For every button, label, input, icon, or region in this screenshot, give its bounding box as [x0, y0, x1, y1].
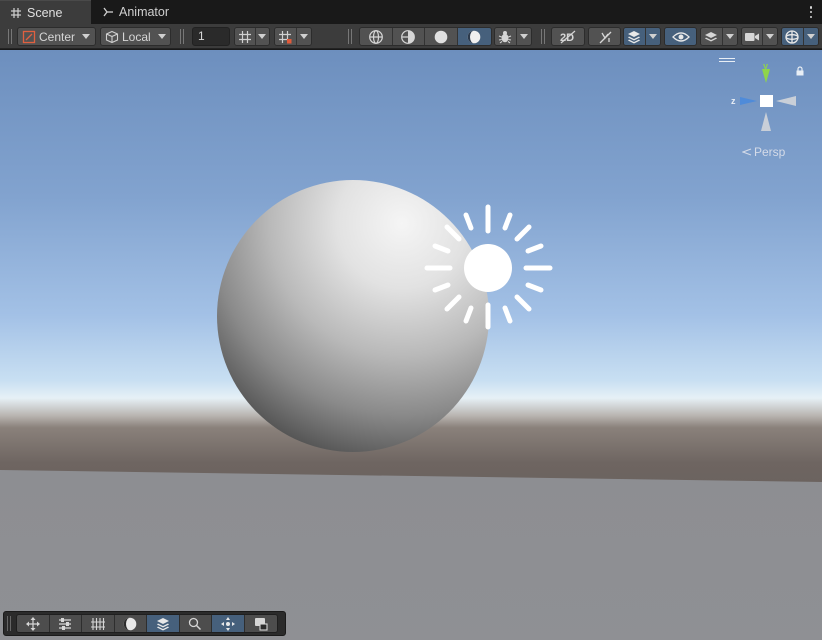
gizmo-neg-y-axis[interactable]: [761, 112, 771, 131]
more-options-icon[interactable]: [808, 4, 814, 20]
tab-scene[interactable]: Scene: [0, 0, 91, 24]
2d-mode-button[interactable]: 2D: [551, 27, 585, 46]
camera-preview-icon: [254, 617, 268, 631]
toolbar-grip[interactable]: [541, 29, 546, 44]
tab-animator[interactable]: Animator: [92, 0, 179, 24]
pivot-rotation-dropdown[interactable]: Local: [100, 27, 171, 46]
solid-sphere-icon: [434, 30, 448, 43]
toolbar-grip[interactable]: [348, 29, 353, 44]
gizmos-dropdown[interactable]: [781, 27, 819, 46]
tools-overlay: [3, 611, 286, 636]
grid-snap-overlay-button[interactable]: [82, 615, 115, 632]
overlay-grip[interactable]: [7, 616, 12, 631]
gizmo-z-axis[interactable]: [740, 97, 757, 105]
scene-visibility-dropdown[interactable]: [623, 27, 661, 46]
shaded-wireframe-sphere-icon: [401, 29, 416, 44]
shaded-wireframe-mode-button[interactable]: [392, 28, 425, 45]
transform-settings-button[interactable]: [49, 615, 82, 632]
animator-icon: [102, 6, 114, 18]
layers-dropdown[interactable]: [700, 27, 738, 46]
orientation-gizmo[interactable]: y z: [726, 60, 816, 140]
move-tool-button[interactable]: [17, 615, 50, 632]
scene-viewport[interactable]: y z Persp: [0, 50, 822, 640]
layers-icon[interactable]: [701, 28, 723, 45]
shaded-sphere-icon: [467, 30, 481, 43]
layers-overlay-button[interactable]: [147, 615, 180, 632]
pivot-overlay-button[interactable]: [212, 615, 245, 632]
grid-icon: [10, 7, 22, 19]
projection-label: Persp: [754, 145, 786, 159]
scene-lighting-button[interactable]: [588, 27, 621, 46]
lighting-icon: [599, 31, 611, 43]
2d-toggle-icon: 2D: [560, 30, 576, 44]
draw-mode-group: [359, 27, 492, 46]
grid-hatch-icon: [90, 617, 105, 630]
toolbar-grip[interactable]: [180, 29, 185, 44]
shading-overlay-button[interactable]: [114, 615, 147, 632]
grid-snapping-button[interactable]: [274, 27, 312, 46]
wireframe-sphere-icon: [368, 29, 383, 44]
chevron-down-icon[interactable]: [516, 28, 531, 45]
search-icon: [189, 617, 202, 630]
chevron-down-icon[interactable]: [803, 28, 818, 45]
directional-light-icon[interactable]: [423, 203, 553, 333]
chevron-down-icon[interactable]: [255, 28, 269, 45]
camera-icon[interactable]: [742, 28, 763, 45]
gizmo-y-label: y: [763, 61, 768, 71]
pivot-mode-dropdown[interactable]: Center: [17, 27, 96, 46]
gizmo-sphere-icon[interactable]: [782, 28, 804, 45]
chevron-down-icon[interactable]: [296, 28, 311, 45]
grid-snap-value-field[interactable]: 1: [192, 27, 230, 46]
search-overlay-button[interactable]: [179, 615, 212, 632]
tab-scene-label: Scene: [27, 5, 63, 20]
gizmo-z-label: z: [731, 96, 736, 106]
toolbar-grip[interactable]: [8, 29, 13, 44]
pivot-rotation-label: Local: [122, 29, 151, 44]
pivot-arrows-icon: [220, 616, 235, 631]
unlit-mode-button[interactable]: [425, 28, 458, 45]
chevron-down-icon: [157, 34, 166, 39]
gizmo-y-axis[interactable]: [762, 69, 770, 83]
perspective-icon: [742, 148, 752, 156]
tab-animator-label: Animator: [119, 5, 170, 19]
chevron-down-icon[interactable]: [722, 28, 737, 45]
hidden-objects-toggle[interactable]: [664, 27, 697, 46]
shaded-mode-button[interactable]: [457, 28, 491, 45]
grid-visibility-button[interactable]: [234, 27, 270, 46]
pivot-mode-label: Center: [39, 29, 76, 44]
camera-preview-overlay-button[interactable]: [244, 615, 277, 632]
grid-snap-icon[interactable]: [275, 28, 297, 45]
grid-toggle-icon[interactable]: [235, 28, 256, 45]
chevron-down-icon[interactable]: [762, 28, 777, 45]
eye-icon: [671, 31, 690, 42]
stacked-layers-icon: [156, 617, 169, 630]
sliders-icon: [59, 617, 72, 630]
chevron-down-icon[interactable]: [645, 28, 660, 45]
shaded-sphere-icon: [123, 617, 137, 630]
move-arrows-icon: [25, 616, 40, 631]
gizmo-neg-x-axis[interactable]: [776, 96, 796, 106]
debug-bug-icon[interactable]: [495, 28, 517, 45]
scene-toolbar: Center Local 1: [0, 24, 822, 49]
pivot-center-icon: [22, 30, 36, 44]
projection-toggle[interactable]: Persp: [742, 145, 785, 159]
chevron-down-icon: [82, 34, 91, 39]
tab-bar: Scene Animator: [0, 0, 822, 24]
wireframe-mode-button[interactable]: [360, 28, 393, 45]
camera-settings-dropdown[interactable]: [741, 27, 778, 46]
gizmo-center-cube[interactable]: [760, 95, 773, 107]
local-cube-icon: [105, 30, 119, 44]
render-debug-dropdown[interactable]: [494, 27, 532, 46]
stacked-layers-icon[interactable]: [624, 28, 646, 45]
